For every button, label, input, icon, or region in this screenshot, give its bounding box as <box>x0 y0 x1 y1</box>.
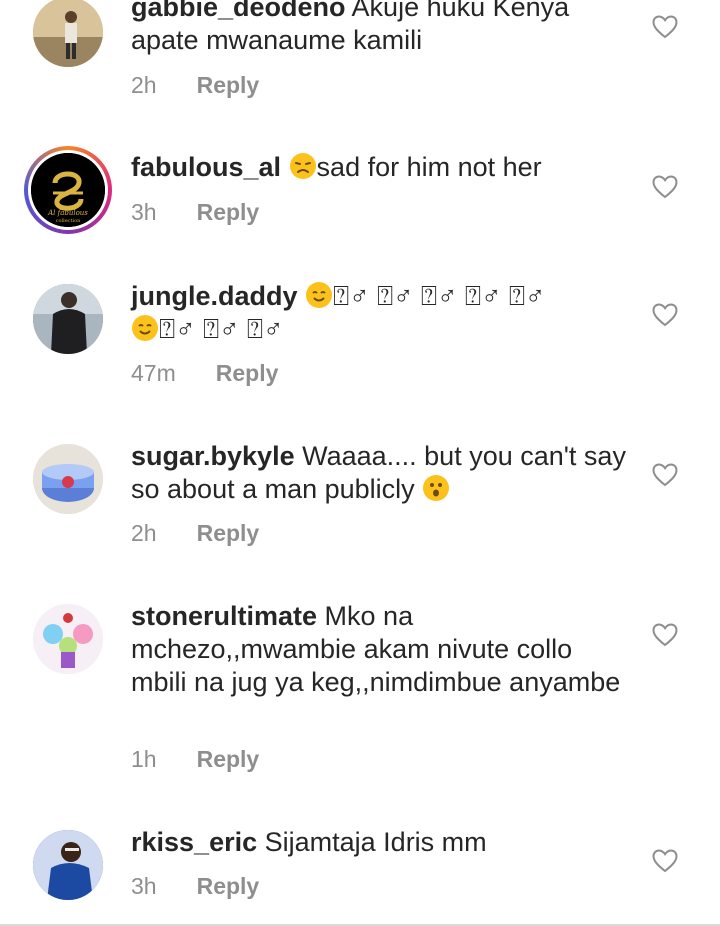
comment-time: 2h <box>131 72 157 98</box>
avatar-person-outdoor-image <box>33 0 103 67</box>
comment-text: Sijamtaja Idris mm <box>257 827 487 857</box>
comment-body: rkiss_eric Sijamtaja Idris mm <box>131 826 631 859</box>
heart-outline-icon[interactable] <box>652 463 678 487</box>
avatar[interactable] <box>33 604 103 674</box>
smiling-face-emoji <box>306 282 333 308</box>
avatar-cake-image <box>33 444 103 514</box>
comment-body: fabulous_al sad for him not her <box>131 151 631 184</box>
comment-time: 2h <box>131 520 157 546</box>
comment-time: 47m <box>131 360 176 386</box>
avatar-cartoon-image <box>33 604 103 674</box>
heart-outline-icon[interactable] <box>652 849 678 873</box>
avatar[interactable] <box>33 0 103 67</box>
reply-button[interactable]: Reply <box>197 746 260 773</box>
svg-text:collection: collection <box>56 218 81 224</box>
worried-face-emoji <box>289 153 316 179</box>
svg-text:Al fabulous: Al fabulous <box>47 209 88 217</box>
comment-body: sugar.bykyle Waaaa.... but you can't say… <box>131 440 631 506</box>
comment-username[interactable]: gabbie_deodeno <box>131 0 346 22</box>
avatar-person-dark-suit-image <box>33 284 103 354</box>
smiling-face-emoji <box>132 315 158 341</box>
comment-meta: 2h Reply <box>131 520 259 547</box>
heart-outline-icon[interactable] <box>652 303 678 327</box>
logo-icon: Al fabulous collection <box>31 153 105 227</box>
heart-outline-icon[interactable] <box>652 175 678 199</box>
comment-username[interactable]: fabulous_al <box>131 152 281 182</box>
emoji-fallback-text: ⍰♂ ⍰♂ ⍰♂ <box>159 314 284 344</box>
comment-username[interactable]: sugar.bykyle <box>131 441 295 471</box>
emoji-row-1: ⍰♂ ⍰♂ ⍰♂ ⍰♂ ⍰♂ <box>305 281 545 311</box>
hushed-face-emoji <box>423 475 450 501</box>
reply-button[interactable]: Reply <box>197 873 260 900</box>
avatar-person-blue-image <box>33 830 103 900</box>
emoji-row-2: ⍰♂ ⍰♂ ⍰♂ <box>131 314 283 344</box>
comment-meta: 3h Reply <box>131 873 259 900</box>
comment-time: 3h <box>131 873 157 899</box>
avatar[interactable]: Al fabulous collection <box>24 146 112 234</box>
reply-button[interactable]: Reply <box>197 520 260 547</box>
comment-meta: 47m Reply <box>131 360 278 387</box>
reply-button[interactable]: Reply <box>197 72 260 99</box>
emoji-fallback-text: ⍰♂ ⍰♂ ⍰♂ ⍰♂ ⍰♂ <box>333 281 546 311</box>
comment-text: sad for him not her <box>316 152 542 182</box>
comment-body: jungle.daddy ⍰♂ ⍰♂ ⍰♂ ⍰♂ ⍰♂ ⍰♂ ⍰♂ ⍰♂ <box>131 280 631 346</box>
comment-username[interactable]: stonerultimate <box>131 601 317 631</box>
comments-page: gabbie_deodeno Akuje huku Kenya apate mw… <box>0 0 720 926</box>
avatar[interactable] <box>33 830 103 900</box>
comment-body: stonerultimate Mko na mchezo,,mwambie ak… <box>131 600 621 699</box>
comment-time: 1h <box>131 746 157 772</box>
comment-body: gabbie_deodeno Akuje huku Kenya apate mw… <box>131 0 631 57</box>
comment-username[interactable]: rkiss_eric <box>131 827 257 857</box>
heart-outline-icon[interactable] <box>652 15 678 39</box>
avatar[interactable] <box>33 444 103 514</box>
heart-outline-icon[interactable] <box>652 623 678 647</box>
reply-button[interactable]: Reply <box>197 199 260 226</box>
comment-meta: 2h Reply <box>131 72 259 99</box>
comment-time: 3h <box>131 199 157 225</box>
avatar-ring-gap: Al fabulous collection <box>28 150 108 230</box>
avatar[interactable] <box>33 284 103 354</box>
avatar-fabulous-collection-logo: Al fabulous collection <box>31 153 105 227</box>
reply-button[interactable]: Reply <box>216 360 279 387</box>
comment-meta: 1h Reply <box>131 746 259 773</box>
comment-username[interactable]: jungle.daddy <box>131 281 298 311</box>
comment-meta: 3h Reply <box>131 199 259 226</box>
